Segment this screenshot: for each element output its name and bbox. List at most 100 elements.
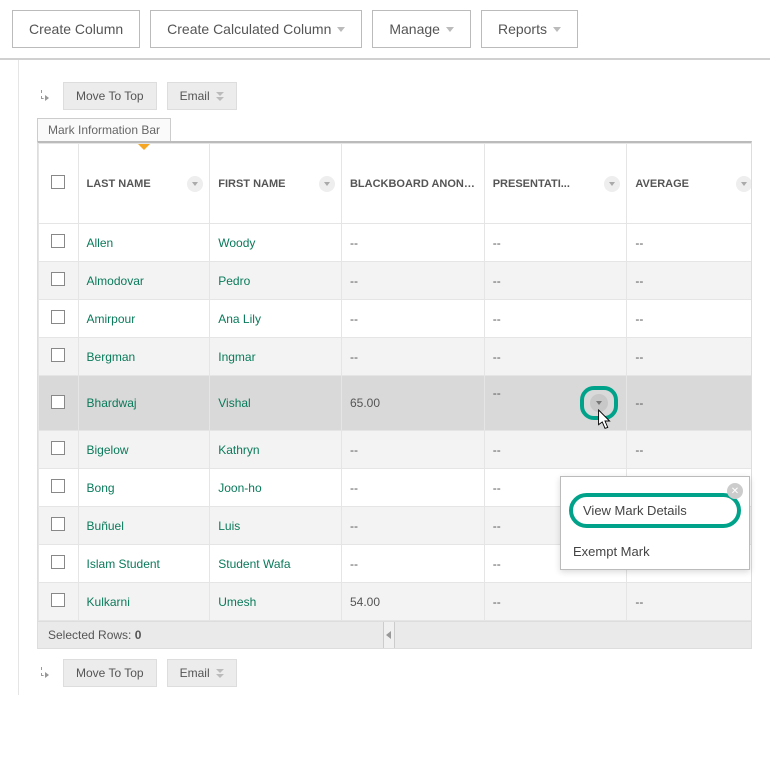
exempt-mark-item[interactable]: Exempt Mark (561, 534, 749, 569)
header-presentation[interactable]: PRESENTATI... (484, 144, 627, 224)
header-average[interactable]: AVERAGE (627, 144, 752, 224)
blackboard-anonymous-cell[interactable]: -- (341, 224, 484, 262)
last-name-cell[interactable]: Allen (78, 224, 210, 262)
reports-button[interactable]: Reports (481, 10, 578, 48)
average-cell[interactable]: -- (627, 300, 752, 338)
view-mark-details-item[interactable]: View Mark Details (569, 493, 741, 528)
average-cell[interactable]: -- (627, 224, 752, 262)
last-name-cell[interactable]: Bergman (78, 338, 210, 376)
header-first-name[interactable]: FIRST NAME (210, 144, 342, 224)
row-checkbox[interactable] (51, 517, 65, 531)
first-name-link[interactable]: Ana Lily (218, 312, 261, 326)
presentation-cell[interactable]: -- (484, 262, 627, 300)
blackboard-anonymous-cell[interactable]: 54.00 (341, 583, 484, 621)
first-name-cell[interactable]: Pedro (210, 262, 342, 300)
row-checkbox[interactable] (51, 234, 65, 248)
row-checkbox[interactable] (51, 441, 65, 455)
first-name-cell[interactable]: Woody (210, 224, 342, 262)
first-name-link[interactable]: Vishal (218, 396, 250, 410)
last-name-cell[interactable]: Bhardwaj (78, 376, 210, 431)
create-calculated-column-button[interactable]: Create Calculated Column (150, 10, 362, 48)
header-last-name[interactable]: LAST NAME (78, 144, 210, 224)
last-name-cell[interactable]: Bigelow (78, 431, 210, 469)
presentation-cell[interactable]: -- (484, 583, 627, 621)
scroll-left-button[interactable] (383, 622, 395, 648)
first-name-link[interactable]: Luis (218, 519, 240, 533)
row-checkbox[interactable] (51, 593, 65, 607)
presentation-cell[interactable]: -- (484, 224, 627, 262)
first-name-link[interactable]: Woody (218, 236, 255, 250)
last-name-link[interactable]: Buñuel (87, 519, 124, 533)
close-icon[interactable]: ✕ (727, 483, 743, 499)
last-name-link[interactable]: Allen (87, 236, 114, 250)
first-name-cell[interactable]: Student Wafa (210, 545, 342, 583)
header-last-name-label: LAST NAME (87, 178, 151, 190)
action-row-top: Move To Top Email (37, 82, 752, 110)
first-name-link[interactable]: Pedro (218, 274, 250, 288)
blackboard-anonymous-cell[interactable]: -- (341, 300, 484, 338)
presentation-cell[interactable]: -- (484, 431, 627, 469)
row-checkbox[interactable] (51, 555, 65, 569)
move-to-top-button[interactable]: Move To Top (63, 82, 157, 110)
email-button[interactable]: Email (167, 659, 237, 687)
last-name-cell[interactable]: Almodovar (78, 262, 210, 300)
blackboard-anonymous-cell[interactable]: -- (341, 262, 484, 300)
header-blackboard-anonymous[interactable]: BLACKBOARD ANONYMOUS (341, 144, 484, 224)
select-all-checkbox[interactable] (51, 175, 65, 189)
first-name-cell[interactable]: Luis (210, 507, 342, 545)
first-name-cell[interactable]: Umesh (210, 583, 342, 621)
blackboard-anonymous-cell[interactable]: 65.00 (341, 376, 484, 431)
first-name-link[interactable]: Joon-ho (218, 481, 261, 495)
email-button[interactable]: Email (167, 82, 237, 110)
average-cell[interactable]: -- (627, 583, 752, 621)
presentation-cell[interactable]: -- (484, 376, 627, 431)
last-name-cell[interactable]: Buñuel (78, 507, 210, 545)
last-name-link[interactable]: Islam Student (87, 557, 160, 571)
cell-menu-button[interactable] (590, 394, 608, 412)
presentation-cell[interactable]: -- (484, 338, 627, 376)
last-name-link[interactable]: Bhardwaj (87, 396, 137, 410)
presentation-cell[interactable]: -- (484, 300, 627, 338)
first-name-link[interactable]: Kathryn (218, 443, 259, 457)
last-name-link[interactable]: Kulkarni (87, 595, 130, 609)
blackboard-anonymous-cell[interactable]: -- (341, 545, 484, 583)
blackboard-anonymous-cell[interactable]: -- (341, 507, 484, 545)
blackboard-anonymous-cell[interactable]: -- (341, 431, 484, 469)
column-menu-button[interactable] (319, 176, 335, 192)
manage-button[interactable]: Manage (372, 10, 471, 48)
last-name-cell[interactable]: Islam Student (78, 545, 210, 583)
average-cell[interactable]: -- (627, 262, 752, 300)
create-column-button[interactable]: Create Column (12, 10, 140, 48)
average-cell[interactable]: -- (627, 338, 752, 376)
row-checkbox[interactable] (51, 479, 65, 493)
mark-information-bar-tab[interactable]: Mark Information Bar (37, 118, 171, 141)
row-checkbox[interactable] (51, 310, 65, 324)
last-name-link[interactable]: Bong (87, 481, 115, 495)
average-cell[interactable]: -- (627, 376, 752, 431)
blackboard-anonymous-cell[interactable]: -- (341, 469, 484, 507)
first-name-cell[interactable]: Kathryn (210, 431, 342, 469)
last-name-cell[interactable]: Amirpour (78, 300, 210, 338)
last-name-cell[interactable]: Kulkarni (78, 583, 210, 621)
first-name-cell[interactable]: Vishal (210, 376, 342, 431)
column-menu-button[interactable] (187, 176, 203, 192)
row-checkbox[interactable] (51, 395, 65, 409)
first-name-cell[interactable]: Ingmar (210, 338, 342, 376)
row-checkbox[interactable] (51, 348, 65, 362)
blackboard-anonymous-cell[interactable]: -- (341, 338, 484, 376)
move-to-top-button[interactable]: Move To Top (63, 659, 157, 687)
first-name-link[interactable]: Student Wafa (218, 557, 290, 571)
first-name-cell[interactable]: Ana Lily (210, 300, 342, 338)
column-menu-button[interactable] (604, 176, 620, 192)
last-name-link[interactable]: Bergman (87, 350, 136, 364)
last-name-cell[interactable]: Bong (78, 469, 210, 507)
average-cell[interactable]: -- (627, 431, 752, 469)
last-name-link[interactable]: Amirpour (87, 312, 136, 326)
last-name-link[interactable]: Bigelow (87, 443, 129, 457)
first-name-cell[interactable]: Joon-ho (210, 469, 342, 507)
first-name-link[interactable]: Ingmar (218, 350, 255, 364)
row-checkbox[interactable] (51, 272, 65, 286)
first-name-link[interactable]: Umesh (218, 595, 256, 609)
column-menu-button[interactable] (736, 176, 752, 192)
last-name-link[interactable]: Almodovar (87, 274, 144, 288)
